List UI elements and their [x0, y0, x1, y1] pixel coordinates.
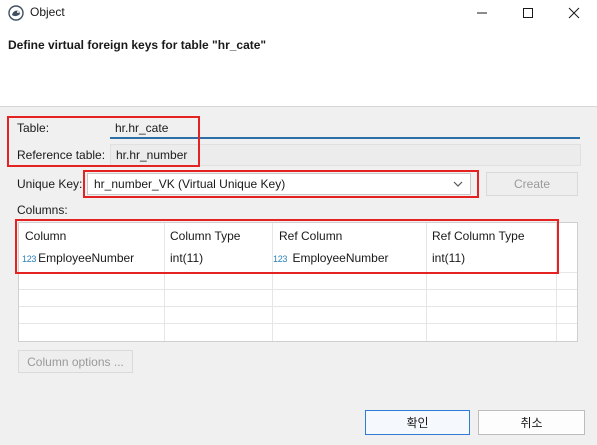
title-bar: Object [0, 0, 597, 26]
maximize-button[interactable] [505, 0, 551, 26]
highlight-columns [15, 219, 559, 274]
maximize-icon [523, 8, 533, 18]
app-logo-icon [8, 5, 24, 21]
columns-label: Columns: [17, 203, 68, 217]
column-options-button[interactable]: Column options ... [18, 350, 133, 373]
dialog-header: Define virtual foreign keys for table "h… [0, 26, 597, 107]
highlight-unique-key [83, 170, 479, 198]
create-button[interactable]: Create [486, 172, 578, 196]
highlight-table-fields [7, 116, 200, 167]
close-button[interactable] [551, 0, 597, 26]
window-title: Object [30, 5, 65, 19]
dialog-heading: Define virtual foreign keys for table "h… [8, 38, 267, 52]
cancel-button[interactable]: 취소 [478, 410, 585, 435]
minimize-button[interactable] [459, 0, 505, 26]
close-icon [568, 7, 580, 19]
ok-button[interactable]: 확인 [365, 410, 470, 435]
minimize-icon [477, 12, 487, 14]
unique-key-label: Unique Key: [17, 177, 83, 191]
